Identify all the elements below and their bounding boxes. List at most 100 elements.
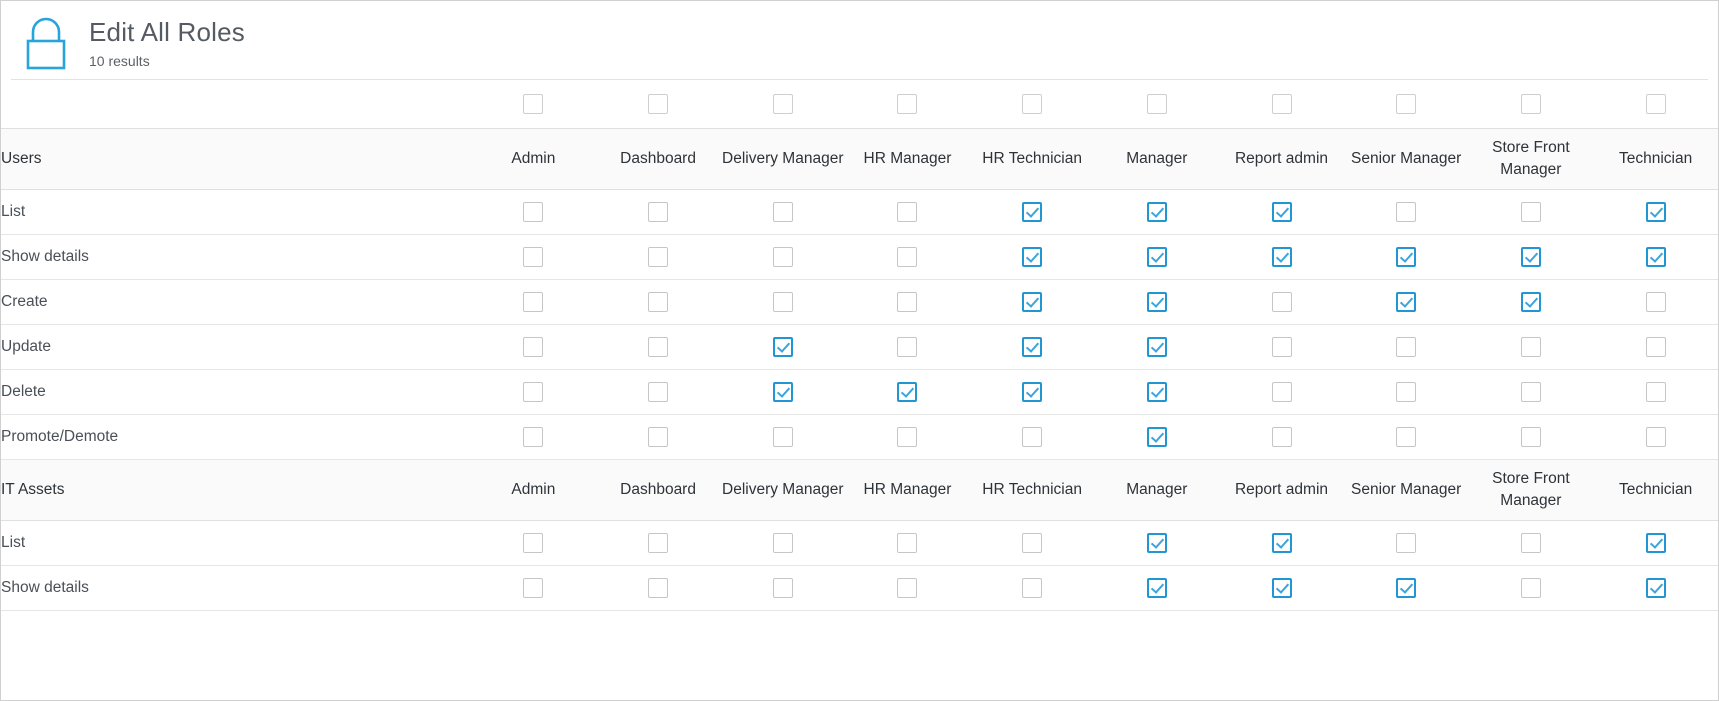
- checkbox-users-delete-report-admin[interactable]: [1271, 382, 1292, 402]
- checkbox-users-update-hr-manager[interactable]: [897, 337, 918, 357]
- column-header-store-front-manager: Store Front Manager: [1468, 128, 1594, 190]
- checkbox-users-update-technician[interactable]: [1645, 337, 1666, 357]
- checkbox-it-assets-list-manager[interactable]: [1146, 533, 1167, 553]
- checkbox-users-list-hr-manager[interactable]: [897, 202, 918, 222]
- checkbox-users-show-details-technician[interactable]: [1645, 247, 1666, 267]
- checkbox-users-create-hr-manager[interactable]: [897, 292, 918, 312]
- checkbox-users-promote-demote-hr-manager[interactable]: [897, 427, 918, 447]
- checkbox-users-create-dashboard[interactable]: [648, 292, 669, 312]
- checkbox-users-list-manager[interactable]: [1146, 202, 1167, 222]
- checkbox-users-delete-hr-manager[interactable]: [897, 382, 918, 402]
- checkbox-users-show-details-report-admin[interactable]: [1271, 247, 1292, 267]
- checkbox-users-show-details-store-front-manager[interactable]: [1520, 247, 1541, 267]
- checkbox-users-create-admin[interactable]: [523, 292, 544, 312]
- checkbox-it-assets-list-store-front-manager[interactable]: [1520, 533, 1541, 553]
- checkbox-users-create-report-admin[interactable]: [1271, 292, 1292, 312]
- checkbox-users-promote-demote-technician[interactable]: [1645, 427, 1666, 447]
- checkbox-users-show-details-dashboard[interactable]: [648, 247, 669, 267]
- table-row: Show details: [1, 234, 1718, 280]
- checkbox-users-create-senior-manager[interactable]: [1396, 292, 1417, 312]
- checkbox-it-assets-list-hr-manager[interactable]: [897, 533, 918, 553]
- checkbox-it-assets-show-details-report-admin[interactable]: [1271, 578, 1292, 598]
- column-header-manager: Manager: [1094, 128, 1220, 190]
- select-all-checkbox-report-admin[interactable]: [1271, 94, 1292, 114]
- checkbox-users-promote-demote-senior-manager[interactable]: [1396, 427, 1417, 447]
- checkbox-users-promote-demote-delivery-manager[interactable]: [772, 427, 793, 447]
- checkbox-users-show-details-senior-manager[interactable]: [1396, 247, 1417, 267]
- checkbox-it-assets-list-technician[interactable]: [1645, 533, 1666, 553]
- checkbox-it-assets-list-dashboard[interactable]: [648, 533, 669, 553]
- checkbox-it-assets-list-admin[interactable]: [523, 533, 544, 553]
- select-all-checkbox-technician[interactable]: [1645, 94, 1666, 114]
- select-all-checkbox-dashboard[interactable]: [648, 94, 669, 114]
- checkbox-users-show-details-hr-manager[interactable]: [897, 247, 918, 267]
- checkbox-users-update-dashboard[interactable]: [648, 337, 669, 357]
- select-all-checkbox-senior-manager[interactable]: [1396, 94, 1417, 114]
- checkbox-it-assets-list-hr-technician[interactable]: [1022, 533, 1043, 553]
- checkbox-it-assets-list-delivery-manager[interactable]: [772, 533, 793, 553]
- checkbox-users-promote-demote-report-admin[interactable]: [1271, 427, 1292, 447]
- column-header-report-admin: Report admin: [1219, 128, 1344, 190]
- checkbox-it-assets-show-details-senior-manager[interactable]: [1396, 578, 1417, 598]
- checkbox-users-show-details-hr-technician[interactable]: [1022, 247, 1043, 267]
- checkbox-users-delete-store-front-manager[interactable]: [1520, 382, 1541, 402]
- checkbox-it-assets-show-details-store-front-manager[interactable]: [1520, 578, 1541, 598]
- checkbox-users-promote-demote-store-front-manager[interactable]: [1520, 427, 1541, 447]
- checkbox-it-assets-show-details-hr-manager[interactable]: [897, 578, 918, 598]
- checkbox-it-assets-show-details-delivery-manager[interactable]: [772, 578, 793, 598]
- checkbox-users-create-technician[interactable]: [1645, 292, 1666, 312]
- checkbox-users-promote-demote-hr-technician[interactable]: [1022, 427, 1043, 447]
- checkbox-users-delete-hr-technician[interactable]: [1022, 382, 1043, 402]
- select-all-checkbox-store-front-manager[interactable]: [1520, 94, 1541, 114]
- permission-cell: [969, 520, 1095, 566]
- select-all-checkbox-delivery-manager[interactable]: [772, 94, 793, 114]
- checkbox-users-list-delivery-manager[interactable]: [772, 202, 793, 222]
- checkbox-users-list-technician[interactable]: [1645, 202, 1666, 222]
- checkbox-users-promote-demote-admin[interactable]: [523, 427, 544, 447]
- checkbox-it-assets-show-details-hr-technician[interactable]: [1022, 578, 1043, 598]
- checkbox-users-update-hr-technician[interactable]: [1022, 337, 1043, 357]
- checkbox-users-update-delivery-manager[interactable]: [772, 337, 793, 357]
- checkbox-users-update-admin[interactable]: [523, 337, 544, 357]
- checkbox-users-create-hr-technician[interactable]: [1022, 292, 1043, 312]
- checkbox-users-list-dashboard[interactable]: [648, 202, 669, 222]
- checkbox-users-update-report-admin[interactable]: [1271, 337, 1292, 357]
- checkbox-users-list-admin[interactable]: [523, 202, 544, 222]
- checkbox-users-list-hr-technician[interactable]: [1022, 202, 1043, 222]
- checkbox-users-create-delivery-manager[interactable]: [772, 292, 793, 312]
- checkbox-it-assets-show-details-admin[interactable]: [523, 578, 544, 598]
- checkbox-users-show-details-delivery-manager[interactable]: [772, 247, 793, 267]
- checkbox-users-update-store-front-manager[interactable]: [1520, 337, 1541, 357]
- checkbox-users-show-details-admin[interactable]: [523, 247, 544, 267]
- checkbox-users-list-senior-manager[interactable]: [1396, 202, 1417, 222]
- checkbox-it-assets-show-details-manager[interactable]: [1146, 578, 1167, 598]
- checkbox-it-assets-show-details-technician[interactable]: [1645, 578, 1666, 598]
- permission-cell: [845, 369, 970, 415]
- permission-cell: [1094, 324, 1220, 370]
- select-all-checkbox-manager[interactable]: [1146, 94, 1167, 114]
- checkbox-users-delete-technician[interactable]: [1645, 382, 1666, 402]
- checkbox-users-update-manager[interactable]: [1146, 337, 1167, 357]
- checkbox-users-list-store-front-manager[interactable]: [1520, 202, 1541, 222]
- checkbox-users-promote-demote-dashboard[interactable]: [648, 427, 669, 447]
- select-all-checkbox-admin[interactable]: [523, 94, 544, 114]
- checkbox-it-assets-list-senior-manager[interactable]: [1396, 533, 1417, 553]
- select-all-checkbox-hr-technician[interactable]: [1022, 94, 1043, 114]
- checkbox-it-assets-show-details-dashboard[interactable]: [648, 578, 669, 598]
- checkbox-users-delete-manager[interactable]: [1146, 382, 1167, 402]
- checkbox-users-delete-admin[interactable]: [523, 382, 544, 402]
- checkbox-users-create-manager[interactable]: [1146, 292, 1167, 312]
- checkbox-users-show-details-manager[interactable]: [1146, 247, 1167, 267]
- checkbox-users-list-report-admin[interactable]: [1271, 202, 1292, 222]
- checkbox-users-delete-delivery-manager[interactable]: [772, 382, 793, 402]
- select-all-checkbox-hr-manager[interactable]: [897, 94, 918, 114]
- permission-cell: [1094, 234, 1220, 280]
- checkbox-it-assets-list-report-admin[interactable]: [1271, 533, 1292, 553]
- checkbox-users-promote-demote-manager[interactable]: [1146, 427, 1167, 447]
- checkbox-users-delete-dashboard[interactable]: [648, 382, 669, 402]
- header-text-block: Edit All Roles 10 results: [89, 15, 245, 71]
- checkbox-users-update-senior-manager[interactable]: [1396, 337, 1417, 357]
- checkbox-users-create-store-front-manager[interactable]: [1520, 292, 1541, 312]
- select-all-cell: [1343, 80, 1469, 129]
- checkbox-users-delete-senior-manager[interactable]: [1396, 382, 1417, 402]
